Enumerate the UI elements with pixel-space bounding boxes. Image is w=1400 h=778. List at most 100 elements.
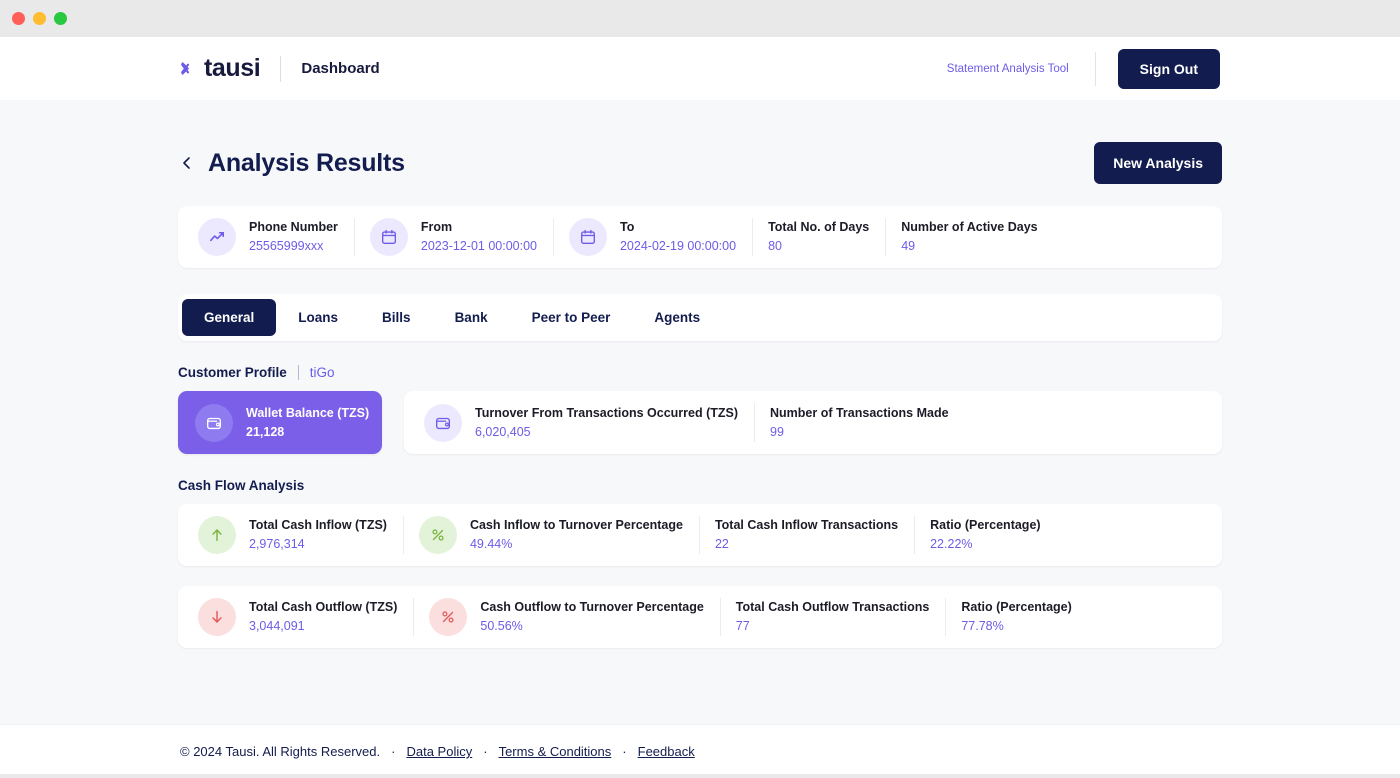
customer-profile-header: Customer Profile tiGo xyxy=(178,365,1222,380)
tab-peer-to-peer[interactable]: Peer to Peer xyxy=(510,299,633,336)
turnover-value: 99 xyxy=(770,424,784,439)
terms-conditions-link[interactable]: Terms & Conditions xyxy=(499,744,612,759)
summary-value: 80 xyxy=(768,239,782,253)
cash-outflow-card: Total Cash Outflow (TZS) 3,044,091 Cash … xyxy=(178,586,1222,648)
inflow-label: Total Cash Inflow (TZS) xyxy=(249,518,387,533)
outflow-value: 50.56% xyxy=(480,619,523,633)
section-title: Cash Flow Analysis xyxy=(178,478,305,493)
window-bottom-edge xyxy=(0,774,1400,778)
inflow-item-transactions: Total Cash Inflow Transactions 22 xyxy=(698,504,914,566)
analysis-tabs: General Loans Bills Bank Peer to Peer Ag… xyxy=(178,294,1222,341)
summary-label: Total No. of Days xyxy=(768,220,870,235)
outflow-label: Total Cash Outflow (TZS) xyxy=(249,600,398,615)
outflow-value: 3,044,091 xyxy=(249,619,305,633)
tausi-logo[interactable]: tausi xyxy=(180,54,261,83)
feedback-link[interactable]: Feedback xyxy=(638,744,695,759)
turnover-item-transaction-count: Number of Transactions Made 99 xyxy=(754,391,965,454)
calendar-icon xyxy=(568,218,607,256)
brand-name: tausi xyxy=(204,54,261,82)
inflow-value: 22.22% xyxy=(930,537,973,551)
outflow-label: Ratio (Percentage) xyxy=(961,600,1072,615)
wallet-icon xyxy=(195,403,233,442)
outflow-item-percentage: Cash Outflow to Turnover Percentage 50.5… xyxy=(413,586,719,648)
summary-label: Phone Number xyxy=(249,220,338,235)
calendar-icon xyxy=(369,218,408,256)
summary-label: To xyxy=(619,220,635,235)
arrow-up-icon xyxy=(198,516,236,554)
inflow-value: 2,976,314 xyxy=(249,537,305,551)
tab-loans[interactable]: Loans xyxy=(276,299,360,336)
page-content: Analysis Results New Analysis Phone Numb… xyxy=(0,142,1400,648)
data-policy-link[interactable]: Data Policy xyxy=(406,744,472,759)
arrow-down-icon xyxy=(198,598,236,636)
outflow-value: 77 xyxy=(735,619,750,633)
outflow-label: Total Cash Outflow Transactions xyxy=(735,600,930,615)
summary-item-total-days: Total No. of Days 80 xyxy=(752,206,885,268)
nav-right-area: Statement Analysis Tool Sign Out xyxy=(947,48,1220,89)
footer-separator: · xyxy=(483,744,488,759)
percent-icon xyxy=(429,598,468,636)
page-header: Analysis Results New Analysis xyxy=(178,142,1222,184)
inflow-item-percentage: Cash Inflow to Turnover Percentage 49.44… xyxy=(402,504,699,566)
nav-page-label: Dashboard xyxy=(301,60,380,77)
tab-general[interactable]: General xyxy=(182,299,277,336)
nav-divider xyxy=(280,55,282,82)
cash-inflow-card: Total Cash Inflow (TZS) 2,976,314 Cash I… xyxy=(178,504,1222,566)
summary-value: 2023-12-01 00:00:00 xyxy=(420,239,537,253)
tausi-mark-icon xyxy=(181,62,190,75)
summary-value: 25565999xxx xyxy=(249,239,324,253)
top-navigation-bar: tausi Dashboard Statement Analysis Tool … xyxy=(0,37,1400,100)
turnover-label: Number of Transactions Made xyxy=(770,405,949,420)
summary-bar: Phone Number 25565999xxx From 2023-12-01… xyxy=(178,206,1222,268)
sign-out-button[interactable]: Sign Out xyxy=(1117,48,1220,89)
summary-item-active-days: Number of Active Days 49 xyxy=(885,206,1053,268)
nav-divider-2 xyxy=(1094,51,1096,86)
inflow-item-ratio: Ratio (Percentage) 22.22% xyxy=(914,504,1056,566)
outflow-value: 77.78% xyxy=(961,619,1004,633)
tab-bank[interactable]: Bank xyxy=(433,299,510,336)
outflow-item-ratio: Ratio (Percentage) 77.78% xyxy=(945,586,1087,648)
back-chevron-icon[interactable] xyxy=(178,154,196,172)
outflow-item-total: Total Cash Outflow (TZS) 3,044,091 xyxy=(182,586,413,648)
summary-item-phone-number: Phone Number 25565999xxx xyxy=(182,206,354,268)
window-title-bar xyxy=(0,0,1400,37)
brand-area: tausi Dashboard xyxy=(180,54,380,83)
wallet-balance-card: Wallet Balance (TZS) 21,128 xyxy=(178,391,382,454)
summary-item-to: To 2024-02-19 00:00:00 xyxy=(552,206,752,268)
turnover-card: Turnover From Transactions Occurred (TZS… xyxy=(404,391,1222,454)
minimize-window-button[interactable] xyxy=(33,12,46,25)
provider-badge: tiGo xyxy=(309,365,335,380)
copyright-text: © 2024 Tausi. All Rights Reserved. xyxy=(180,744,381,759)
summary-value: 49 xyxy=(901,239,916,253)
inflow-item-total: Total Cash Inflow (TZS) 2,976,314 xyxy=(182,504,403,566)
tab-bills[interactable]: Bills xyxy=(360,299,433,336)
section-title: Customer Profile xyxy=(178,365,287,380)
turnover-item-amount: Turnover From Transactions Occurred (TZS… xyxy=(408,391,754,454)
new-analysis-button[interactable]: New Analysis xyxy=(1094,142,1222,184)
section-divider xyxy=(297,365,299,380)
summary-item-from: From 2023-12-01 00:00:00 xyxy=(353,206,553,268)
inflow-label: Ratio (Percentage) xyxy=(930,518,1041,533)
page-title: Analysis Results xyxy=(208,148,405,177)
customer-profile-row: Wallet Balance (TZS) 21,128 Turnover Fro… xyxy=(178,391,1222,454)
statement-analysis-tool-link[interactable]: Statement Analysis Tool xyxy=(947,63,1069,75)
wallet-icon xyxy=(424,403,462,442)
footer-separator: · xyxy=(622,744,627,759)
tab-agents[interactable]: Agents xyxy=(632,299,722,336)
browser-viewport: tausi Dashboard Statement Analysis Tool … xyxy=(0,37,1400,778)
footer-separator: · xyxy=(391,744,396,759)
wallet-value: 21,128 xyxy=(246,424,285,439)
trending-up-icon xyxy=(198,218,236,256)
summary-value: 2024-02-19 00:00:00 xyxy=(619,239,737,253)
summary-label: From xyxy=(420,220,453,235)
turnover-value: 6,020,405 xyxy=(475,424,531,439)
cash-flow-header: Cash Flow Analysis xyxy=(178,478,1222,493)
outflow-item-transactions: Total Cash Outflow Transactions 77 xyxy=(719,586,946,648)
turnover-label: Turnover From Transactions Occurred (TZS… xyxy=(475,405,739,420)
wallet-label: Wallet Balance (TZS) xyxy=(246,405,370,420)
outflow-label: Cash Outflow to Turnover Percentage xyxy=(480,600,704,615)
close-window-button[interactable] xyxy=(12,12,25,25)
inflow-label: Total Cash Inflow Transactions xyxy=(714,518,899,533)
page-header-left: Analysis Results xyxy=(178,149,405,178)
maximize-window-button[interactable] xyxy=(54,12,67,25)
